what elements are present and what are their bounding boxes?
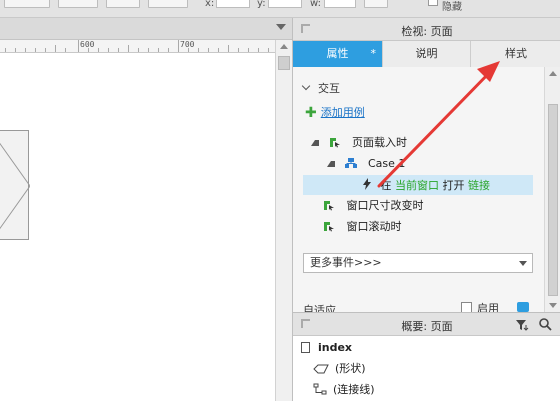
w-field[interactable]	[324, 0, 356, 8]
canvas-scroll-thumb[interactable]	[278, 56, 290, 70]
event-cursor-icon	[324, 201, 334, 211]
collapse-triangle-icon[interactable]	[311, 140, 319, 146]
event-page-load-label: 页面载入时	[352, 136, 407, 149]
line-style-dropdown[interactable]	[58, 0, 98, 8]
hidden-checkbox[interactable]	[428, 0, 438, 6]
adaptive-view-icon[interactable]	[517, 302, 529, 312]
horizontal-ruler: 600 700 80	[0, 40, 275, 53]
canvas-vertical-scrollbar[interactable]	[275, 40, 292, 401]
action-verb: 打开	[442, 179, 465, 192]
y-label: y:	[257, 0, 266, 9]
w-label: w:	[310, 0, 322, 9]
action-link: 链接	[468, 179, 490, 192]
inspector-title: 检视: 页面	[401, 25, 453, 38]
tab-notes-label: 说明	[415, 47, 438, 60]
chevron-down-icon	[519, 261, 527, 266]
outline-header: 概要: 页面	[293, 313, 560, 336]
event-page-load[interactable]: 页面载入时	[311, 133, 407, 153]
chevron-down-icon	[301, 81, 311, 91]
add-case-label: 添加用例	[320, 106, 365, 119]
outline-item-page[interactable]: index	[301, 338, 352, 358]
scroll-down-icon[interactable]	[549, 303, 557, 308]
connector-icon	[313, 383, 327, 395]
interactions-section-header[interactable]: 交互	[301, 80, 340, 96]
scroll-up-icon[interactable]	[549, 71, 557, 76]
scroll-up-icon[interactable]	[280, 44, 288, 49]
collapse-triangle-icon[interactable]	[327, 161, 335, 167]
arrow-style-dropdown[interactable]	[148, 0, 188, 8]
event-window-resize-label: 窗口尺寸改变时	[346, 199, 424, 212]
page-icon	[301, 342, 310, 353]
add-case-link[interactable]: ✚ 添加用例	[305, 104, 365, 121]
outline-panel: 概要: 页面 index (形状) (连接线)	[292, 312, 560, 401]
inspector-header: 检视: 页面	[293, 18, 560, 41]
action-prefix: 在	[380, 179, 392, 192]
outline-item-label: (连接线)	[333, 383, 375, 396]
plus-icon: ✚	[305, 105, 317, 121]
outline-item-label: (形状)	[335, 362, 366, 375]
h-field[interactable]	[364, 0, 388, 8]
inspector-panel: 检视: 页面 属性 * 说明 样式 交互 ✚ 添加用例 页面载入时 Case 1…	[292, 18, 560, 317]
tab-style-label: 样式	[505, 47, 527, 60]
top-toolbar: x: y: w: 隐藏	[0, 0, 560, 18]
lightning-icon	[363, 178, 371, 190]
more-events-label: 更多事件>>>	[310, 256, 382, 269]
case-1-row[interactable]: Case 1	[327, 154, 405, 174]
line-weight-dropdown[interactable]	[106, 0, 140, 8]
action-open-link-row[interactable]: 在 当前窗口 打开 链接	[303, 175, 533, 195]
case-icon	[344, 158, 357, 168]
search-icon[interactable]	[539, 318, 552, 331]
tab-properties[interactable]: 属性 *	[293, 41, 383, 67]
style-dropdown[interactable]	[4, 0, 50, 8]
event-window-resize[interactable]: 窗口尺寸改变时	[323, 196, 424, 216]
outline-item-shape[interactable]: (形状)	[313, 359, 366, 379]
action-target: 当前窗口	[395, 179, 439, 192]
outline-item-label: index	[318, 341, 353, 354]
event-cursor-icon	[329, 138, 340, 148]
filter-icon[interactable]	[515, 319, 529, 331]
y-field[interactable]	[268, 0, 302, 8]
more-events-dropdown[interactable]: 更多事件>>>	[303, 253, 533, 273]
app-window: x: y: w: 隐藏 600 700 检视: 页面 属性 * 说明 样式 交互…	[0, 0, 560, 401]
inspector-scroll-thumb[interactable]	[548, 104, 558, 296]
event-window-scroll[interactable]: 窗口滚动时	[323, 217, 402, 237]
case-1-label: Case 1	[368, 157, 406, 170]
event-window-scroll-label: 窗口滚动时	[346, 220, 402, 233]
outline-item-connector[interactable]: (连接线)	[313, 380, 375, 400]
shape-icon	[313, 364, 329, 374]
inspector-tabs: 属性 * 说明 样式	[293, 41, 560, 67]
hidden-label: 隐藏	[442, 2, 462, 13]
page-tab-strip	[0, 18, 292, 40]
design-canvas[interactable]: 600 700 80	[0, 18, 292, 401]
tab-style[interactable]: 样式	[471, 41, 560, 67]
placeholder-shape[interactable]	[0, 130, 30, 240]
x-label: x:	[205, 0, 215, 9]
x-field[interactable]	[216, 0, 250, 8]
event-cursor-icon	[324, 222, 334, 232]
inspector-scrollbar[interactable]	[544, 67, 560, 312]
tab-list-dropdown-icon[interactable]	[276, 24, 286, 30]
tab-properties-label: 属性	[326, 47, 349, 60]
interactions-label: 交互	[318, 82, 340, 95]
modified-indicator: *	[370, 47, 377, 60]
tab-notes[interactable]: 说明	[383, 41, 471, 67]
